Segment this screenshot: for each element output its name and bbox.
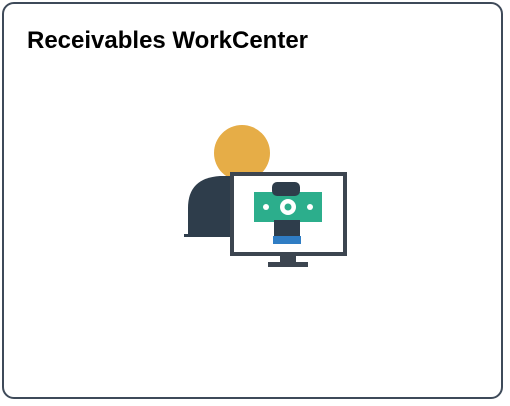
user-with-monitor-money-icon: [184, 125, 347, 267]
tile-title: Receivables WorkCenter: [27, 27, 309, 54]
banknote: [254, 192, 322, 222]
receivables-workcenter-tile[interactable]: Receivables WorkCenter: [2, 2, 503, 399]
